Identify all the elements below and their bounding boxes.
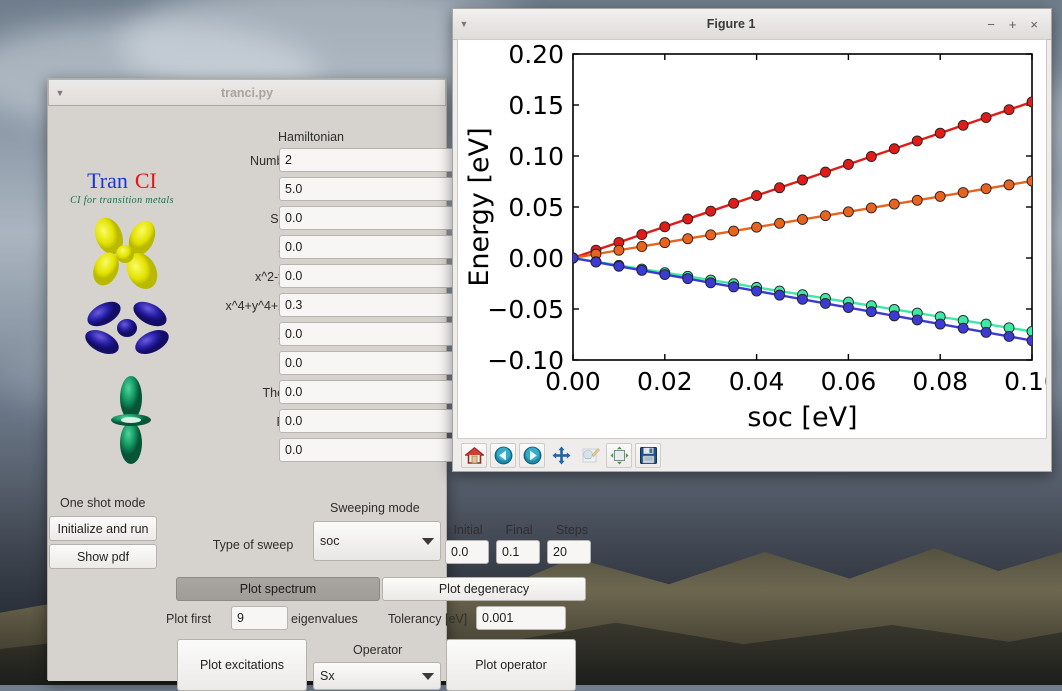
initial-input[interactable]: 0.0	[445, 540, 489, 564]
field-input-x2y2[interactable]: 0.0	[279, 438, 459, 462]
type-of-sweep-label: Type of sweep	[212, 538, 294, 552]
sweeping-mode-title: Sweeping mode	[330, 501, 420, 515]
operator-label: Operator	[353, 643, 403, 657]
field-input-x4y4z4[interactable]: 0.3	[279, 293, 459, 317]
chevron-down-icon	[422, 537, 434, 545]
close-button[interactable]: ×	[1030, 18, 1038, 31]
edit-curves-icon[interactable]	[577, 443, 603, 468]
menu-chevron-down-icon[interactable]: ▼	[49, 88, 71, 98]
figure-title: Figure 1	[706, 17, 756, 31]
eigenvalues-label: eigenvalues	[291, 612, 358, 626]
field-input-z4[interactable]: 0.0	[279, 322, 459, 346]
hamiltonian-section-title: Hamiltonian	[278, 130, 345, 144]
plot-degeneracy-button[interactable]: Plot degeneracy	[382, 577, 586, 601]
steps-input[interactable]: 20	[547, 540, 591, 564]
home-icon[interactable]	[461, 443, 487, 468]
plot-excitations-button[interactable]: Plot excitations	[177, 639, 307, 691]
save-floppy-icon[interactable]	[635, 443, 661, 468]
field-input-z2[interactable]: 0.0	[279, 235, 459, 259]
svg-text:0.20: 0.20	[508, 40, 564, 69]
final-label: Final	[505, 523, 533, 537]
logo-word-ci: CI	[134, 168, 157, 193]
matplotlib-toolbar	[457, 442, 661, 469]
final-input[interactable]: 0.1	[496, 540, 540, 564]
minimize-button[interactable]: −	[987, 18, 995, 31]
show-pdf-button[interactable]: Show pdf	[49, 544, 157, 569]
svg-text:−0.05: −0.05	[487, 295, 564, 324]
field-input-soc[interactable]: 0.0	[279, 206, 459, 230]
type-of-sweep-value: soc	[320, 534, 340, 548]
orbital-image-green	[111, 376, 151, 464]
initial-label: Initial	[453, 523, 483, 537]
svg-text:0.02: 0.02	[637, 367, 693, 396]
field-input-number-of-e[interactable]: 2	[279, 148, 459, 172]
svg-text:0.06: 0.06	[821, 367, 877, 396]
figure-titlebar: ▼ Figure 1 − + ×	[453, 9, 1051, 40]
initialize-and-run-button[interactable]: Initialize and run	[49, 516, 157, 541]
field-input-u[interactable]: 5.0	[279, 177, 459, 201]
field-input-b[interactable]: 0.0	[279, 351, 459, 375]
svg-text:Energy [eV]: Energy [eV]	[464, 127, 495, 286]
pan-move-icon[interactable]	[548, 443, 574, 468]
field-input-theta[interactable]: 0.0	[279, 380, 459, 404]
maximize-button[interactable]: +	[1009, 18, 1017, 31]
logo-word-tran: Tran	[87, 168, 128, 193]
tranci-main-window: ▼ tranci.py Tran CI CI for transition met…	[47, 78, 591, 691]
svg-text:−0.10: −0.10	[487, 346, 564, 375]
figure-canvas[interactable]: 0.000.020.040.060.080.10−0.10−0.050.000.…	[457, 39, 1060, 439]
one-shot-mode-title: One shot mode	[60, 496, 146, 510]
svg-text:0.10: 0.10	[508, 142, 564, 171]
operator-select[interactable]: Sx	[313, 662, 441, 690]
svg-text:soc [eV]: soc [eV]	[747, 402, 857, 433]
type-of-sweep-select[interactable]: soc	[313, 521, 441, 561]
tolerancy-input[interactable]: 0.001	[476, 606, 566, 630]
svg-text:0.00: 0.00	[508, 244, 564, 273]
figure-window: ▼ Figure 1 − + × 0.00 0.02 0.04 0.06 0.08 0.1…	[452, 8, 1060, 472]
app-title: tranci.py	[220, 85, 274, 100]
svg-text:0.08: 0.08	[912, 367, 968, 396]
forward-arrow-icon[interactable]	[519, 443, 545, 468]
menu-chevron-down-icon[interactable]: ▼	[453, 19, 475, 29]
svg-text:0.15: 0.15	[508, 91, 564, 120]
field-input-phi[interactable]: 0.0	[279, 409, 459, 433]
plot-first-label: Plot first	[166, 612, 212, 626]
app-titlebar: ▼ tranci.py	[48, 79, 446, 106]
field-input-x2-y2[interactable]: 0.0	[279, 264, 459, 288]
chevron-down-icon	[422, 672, 434, 680]
configure-subplots-icon[interactable]	[606, 443, 632, 468]
plot-spectrum-button[interactable]: Plot spectrum	[176, 577, 380, 601]
plot-first-input[interactable]: 9	[231, 606, 288, 630]
operator-value: Sx	[320, 669, 335, 683]
plot-operator-button[interactable]: Plot operator	[446, 639, 576, 691]
back-arrow-icon[interactable]	[490, 443, 516, 468]
svg-text:0.04: 0.04	[729, 367, 785, 396]
tolerancy-label: Tolerancy [eV]	[388, 612, 468, 626]
svg-text:0.05: 0.05	[508, 193, 564, 222]
plot-svg: 0.000.020.040.060.080.10−0.10−0.050.000.…	[458, 40, 1060, 438]
steps-label: Steps	[556, 523, 588, 537]
svg-text:0.10: 0.10	[1004, 367, 1046, 396]
app-body: Tran CI CI for transition metals Hamilto…	[48, 106, 591, 691]
